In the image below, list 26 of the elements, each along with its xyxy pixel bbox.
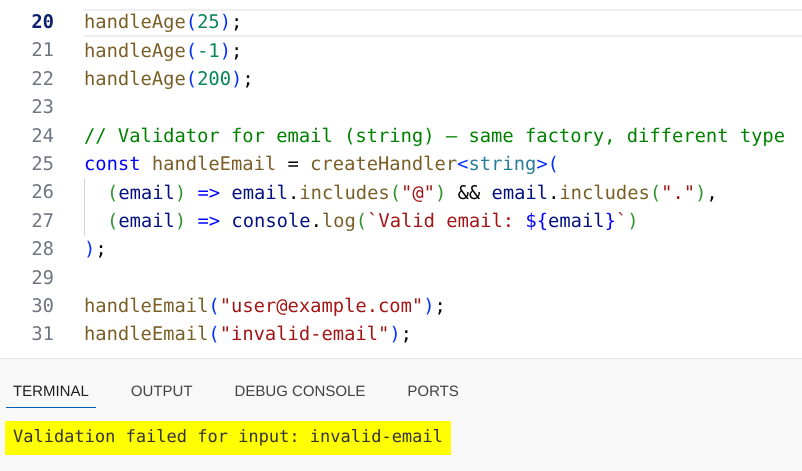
code-line: handleAge(-1); xyxy=(84,40,242,64)
code-line: handleAge(25); xyxy=(84,11,242,36)
code-line: (email) => email.includes("@") && email.includes("."), xyxy=(107,182,718,206)
line-number: 25 xyxy=(30,152,54,177)
panel-tab[interactable]: DEBUG CONSOLE xyxy=(228,379,372,408)
code-line: const handleEmail = createHandler<string>( xyxy=(84,153,559,178)
line-number: 21 xyxy=(30,39,54,64)
panel-tab[interactable]: TERMINAL xyxy=(6,379,96,408)
code-line: ); xyxy=(84,238,107,262)
code-line: // Validator for email (string) — same factory, different type xyxy=(84,124,786,149)
line-number: 30 xyxy=(30,294,54,319)
panel-tab[interactable]: OUTPUT xyxy=(124,379,200,408)
line-number: 26 xyxy=(30,181,54,206)
line-number: 28 xyxy=(30,238,54,262)
line-number: 31 xyxy=(30,323,54,348)
line-number: 24 xyxy=(30,124,54,149)
line-number: 27 xyxy=(30,210,54,234)
line-number: 29 xyxy=(30,266,54,291)
code-line: handleEmail("invalid-email"); xyxy=(84,323,412,348)
line-number: 20 xyxy=(30,11,54,35)
line-number: 22 xyxy=(30,68,54,92)
panel-tab[interactable]: PORTS xyxy=(400,379,466,408)
code-line: handleEmail("user@example.com"); xyxy=(84,295,446,320)
code-line: (email) => console.log(`Valid email: ${email}`) xyxy=(107,210,639,234)
line-number: 23 xyxy=(30,96,54,120)
code-line: handleAge(200); xyxy=(84,68,254,92)
